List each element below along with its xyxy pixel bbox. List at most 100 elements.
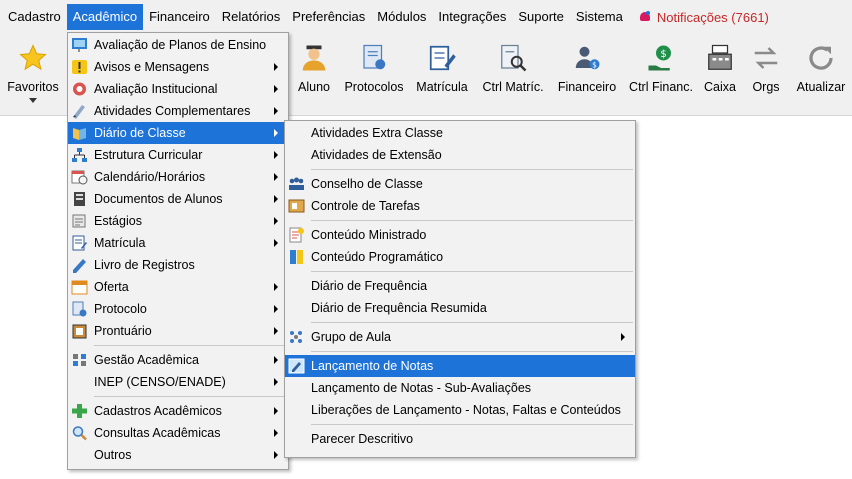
menu-sistema[interactable]: Sistema bbox=[570, 4, 629, 30]
submenu-arrow-icon bbox=[274, 151, 278, 159]
ctrl-matric-label: Ctrl Matríc. bbox=[482, 80, 544, 94]
menu-item-label: Liberações de Lançamento - Notas, Faltas… bbox=[311, 403, 621, 417]
submenu-arrow-icon bbox=[274, 356, 278, 364]
offer-calendar-icon bbox=[71, 279, 88, 295]
menu-item-label: Conselho de Classe bbox=[311, 177, 423, 191]
menu-item-label: Atividades Complementares bbox=[94, 104, 251, 118]
protocol-icon bbox=[71, 301, 88, 317]
notifications-label: Notificações (7661) bbox=[656, 9, 769, 25]
menu-relatorios[interactable]: Relatórios bbox=[216, 4, 287, 30]
star-icon bbox=[17, 42, 49, 74]
menu-item-prontuario[interactable]: Prontuário bbox=[68, 320, 288, 342]
menu-cadastro[interactable]: Cadastro bbox=[2, 4, 67, 30]
menu-item-lancamento-notas[interactable]: Lançamento de Notas bbox=[285, 355, 635, 377]
menu-item-label: Calendário/Horários bbox=[94, 170, 206, 184]
menu-item-atividades-extra-classe[interactable]: Atividades Extra Classe bbox=[285, 122, 635, 144]
financeiro-button[interactable]: $ Financeiro bbox=[556, 38, 618, 110]
menu-item-oferta[interactable]: Oferta bbox=[68, 276, 288, 298]
menu-item-outros[interactable]: Outros bbox=[68, 444, 288, 466]
menu-item-protocolo[interactable]: Protocolo bbox=[68, 298, 288, 320]
book-pen-icon bbox=[71, 257, 88, 273]
menu-item-avaliacao-planos[interactable]: Avaliação de Planos de Ensino bbox=[68, 34, 288, 56]
menu-item-label: Matrícula bbox=[94, 236, 146, 250]
menu-item-conteudo-programatico[interactable]: Conteúdo Programático bbox=[285, 246, 635, 268]
menu-item-cadastros-academicos[interactable]: Cadastros Acadêmicos bbox=[68, 400, 288, 422]
warning-icon bbox=[71, 59, 88, 75]
task-board-icon bbox=[288, 198, 305, 214]
calendar-clock-icon bbox=[71, 169, 88, 185]
notification-bell-icon bbox=[639, 11, 651, 23]
enrollment-form-icon bbox=[71, 235, 88, 251]
academico-dropdown-menu: Avaliação de Planos de Ensino Avisos e M… bbox=[67, 32, 289, 470]
submenu-arrow-icon bbox=[274, 305, 278, 313]
aluno-label: Aluno bbox=[298, 80, 330, 94]
notifications-link[interactable]: Notificações (7661) bbox=[629, 10, 769, 25]
menu-item-avisos-mensagens[interactable]: Avisos e Mensagens bbox=[68, 56, 288, 78]
atualizar-button[interactable]: Atualizar bbox=[794, 38, 848, 110]
menu-item-gestao-academica[interactable]: Gestão Acadêmica bbox=[68, 349, 288, 371]
submenu-arrow-icon bbox=[274, 63, 278, 71]
menu-item-parecer-descritivo[interactable]: Parecer Descritivo bbox=[285, 428, 635, 450]
menu-item-conteudo-ministrado[interactable]: Conteúdo Ministrado bbox=[285, 224, 635, 246]
atualizar-label: Atualizar bbox=[796, 80, 846, 94]
submenu-arrow-icon bbox=[274, 195, 278, 203]
menu-item-atividades-complementares[interactable]: Atividades Complementares bbox=[68, 100, 288, 122]
submenu-arrow-icon bbox=[274, 451, 278, 459]
menu-item-label: Cadastros Acadêmicos bbox=[94, 404, 222, 418]
menu-item-inep[interactable]: INEP (CENSO/ENADE) bbox=[68, 371, 288, 393]
menu-separator bbox=[311, 220, 633, 221]
presentation-board-icon bbox=[71, 37, 88, 53]
menu-item-label: Livro de Registros bbox=[94, 258, 195, 272]
menu-item-label: Diário de Frequência Resumida bbox=[311, 301, 487, 315]
menu-preferencias[interactable]: Preferências bbox=[286, 4, 371, 30]
menu-item-estagios[interactable]: Estágios bbox=[68, 210, 288, 232]
menu-item-conselho-classe[interactable]: Conselho de Classe bbox=[285, 173, 635, 195]
ctrl-matric-button[interactable]: Ctrl Matríc. bbox=[480, 38, 546, 110]
menu-item-diario-frequencia[interactable]: Diário de Frequência bbox=[285, 275, 635, 297]
menu-modulos[interactable]: Módulos bbox=[371, 4, 432, 30]
menu-item-label: Oferta bbox=[94, 280, 129, 294]
menu-item-consultas-academicas[interactable]: Consultas Acadêmicas bbox=[68, 422, 288, 444]
menu-item-grupo-aula[interactable]: Grupo de Aula bbox=[285, 326, 635, 348]
chevron-down-icon bbox=[29, 98, 37, 103]
grades-entry-icon bbox=[288, 358, 305, 374]
menu-item-avaliacao-institucional[interactable]: Avaliação Institucional bbox=[68, 78, 288, 100]
menu-item-label: Prontuário bbox=[94, 324, 152, 338]
protocolos-button[interactable]: Protocolos bbox=[342, 38, 406, 110]
submenu-arrow-icon bbox=[274, 129, 278, 137]
menu-item-atividades-extensao[interactable]: Atividades de Extensão bbox=[285, 144, 635, 166]
menu-item-controle-tarefas[interactable]: Controle de Tarefas bbox=[285, 195, 635, 217]
menu-item-label: Estágios bbox=[94, 214, 142, 228]
favoritos-label: Favoritos bbox=[7, 80, 59, 94]
orgs-button[interactable]: Orgs bbox=[748, 38, 784, 110]
menu-item-diario-de-classe[interactable]: Diário de Classe bbox=[68, 122, 288, 144]
menu-item-livro-registros[interactable]: Livro de Registros bbox=[68, 254, 288, 276]
menu-item-matricula[interactable]: Matrícula bbox=[68, 232, 288, 254]
enrollment-control-icon bbox=[497, 42, 529, 74]
menu-item-liberacoes-lancamento[interactable]: Liberações de Lançamento - Notas, Faltas… bbox=[285, 399, 635, 421]
menu-item-diario-frequencia-resumida[interactable]: Diário de Frequência Resumida bbox=[285, 297, 635, 319]
svg-text:$: $ bbox=[660, 49, 666, 60]
menu-item-estrutura-curricular[interactable]: Estrutura Curricular bbox=[68, 144, 288, 166]
menu-separator bbox=[94, 396, 286, 397]
menu-integracoes[interactable]: Integrações bbox=[432, 4, 512, 30]
menu-item-calendario-horarios[interactable]: Calendário/Horários bbox=[68, 166, 288, 188]
menu-item-label: Parecer Descritivo bbox=[311, 432, 414, 446]
menu-suporte[interactable]: Suporte bbox=[512, 4, 570, 30]
financeiro-label: Financeiro bbox=[557, 80, 617, 94]
menu-item-label: Diário de Classe bbox=[94, 126, 186, 140]
matricula-label: Matrícula bbox=[416, 80, 468, 94]
menu-academico[interactable]: Acadêmico bbox=[66, 4, 144, 30]
menu-item-label: Conteúdo Ministrado bbox=[311, 228, 427, 242]
submenu-arrow-icon bbox=[274, 239, 278, 247]
menu-item-label: Atividades Extra Classe bbox=[311, 126, 444, 140]
caixa-button[interactable]: Caixa bbox=[702, 38, 738, 110]
aluno-button[interactable]: Aluno bbox=[292, 38, 336, 110]
menu-item-documentos-alunos[interactable]: Documentos de Alunos bbox=[68, 188, 288, 210]
ctrl-financ-button[interactable]: $ Ctrl Financ. bbox=[628, 38, 694, 110]
matricula-button[interactable]: Matrícula bbox=[414, 38, 470, 110]
menu-item-label: Lançamento de Notas bbox=[311, 359, 434, 373]
favoritos-button[interactable]: Favoritos bbox=[4, 38, 62, 110]
menu-item-lancamento-notas-sub[interactable]: Lançamento de Notas - Sub-Avaliações bbox=[285, 377, 635, 399]
menu-financeiro[interactable]: Financeiro bbox=[143, 4, 216, 30]
